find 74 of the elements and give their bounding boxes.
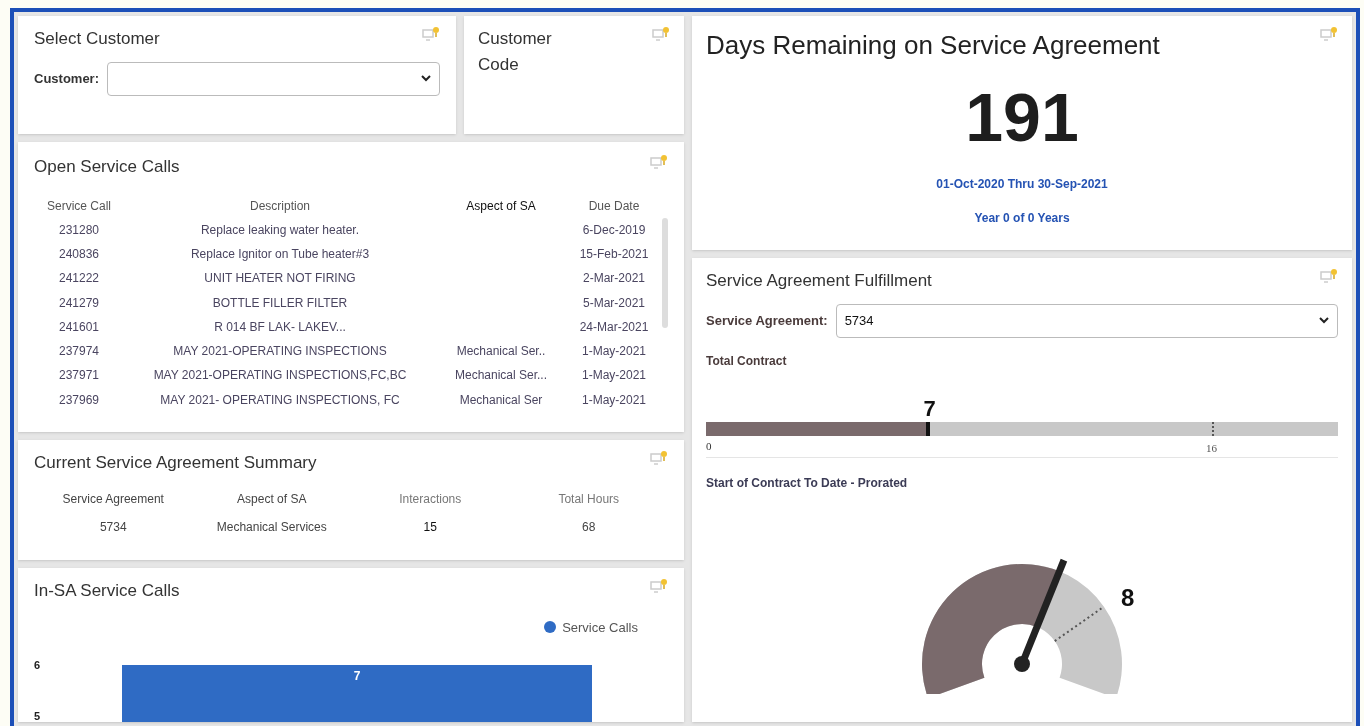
- table-cell-text: 5734: [98, 518, 128, 536]
- table-cell-text: MAY 2021-OPERATING INSPECTIONS,FC,BC: [152, 367, 408, 385]
- bar: 7: [122, 665, 592, 722]
- table-cell-text: 15: [422, 518, 438, 536]
- chevron-down-icon: [1319, 317, 1329, 324]
- table-cell-text: 68: [581, 518, 597, 536]
- axis-tick: 16: [1206, 440, 1218, 456]
- table-cell-text: 237969: [57, 391, 100, 409]
- table-cell-text: MAY 2021- OPERATING INSPECTIONS, FC: [159, 391, 401, 409]
- card-title: Customer Code: [478, 28, 553, 76]
- card-title: Select Customer: [34, 28, 160, 50]
- table-cell-text: Replace leaking water heater.: [199, 221, 361, 239]
- table-cell-text: 240836: [57, 245, 100, 263]
- table-cell-text: 6-Dec-2019: [581, 221, 647, 239]
- column-header: Service Call: [46, 197, 112, 215]
- axis-tick: 6: [34, 658, 42, 673]
- card-title: Service Agreement Fulfillment: [706, 270, 932, 292]
- table-cell-text: 241222: [57, 270, 100, 288]
- column-header: Aspect of SA: [236, 490, 308, 508]
- pin-icon[interactable]: [650, 450, 668, 466]
- pin-icon[interactable]: [652, 26, 670, 42]
- year-count: Year 0 of 0 Years: [973, 210, 1071, 227]
- section-label: Start of Contract To Date - Prorated: [706, 474, 909, 492]
- table-cell-text: 15-Feb-2021: [578, 245, 650, 263]
- service-agreement-dropdown[interactable]: 5734: [835, 303, 1338, 338]
- section-label: Total Contract: [706, 352, 788, 370]
- table-cell-text: Mechanical Services: [215, 518, 328, 536]
- date-range: 01-Oct-2020 Thru 30-Sep-2021: [935, 176, 1109, 193]
- table-cell-text: 1-May-2021: [581, 343, 647, 361]
- column-header: Aspect of SA: [465, 197, 537, 215]
- axis-tick: 0: [706, 438, 712, 454]
- table-cell-text: UNIT HEATER NOT FIRING: [203, 270, 357, 288]
- table-cell-text: Replace Ignitor on Tube heater#3: [189, 245, 371, 263]
- card-title: In-SA Service Calls: [34, 580, 180, 602]
- field-label: Customer:: [34, 69, 99, 88]
- table-cell-text: 5-Mar-2021: [582, 294, 646, 312]
- legend-label: Service Calls: [562, 618, 638, 637]
- pin-icon[interactable]: [650, 578, 668, 594]
- column-header: Due Date: [587, 197, 641, 215]
- axis-tick: 5: [34, 708, 42, 722]
- table-cell-text: 231280: [57, 221, 100, 239]
- pin-icon[interactable]: [650, 154, 668, 170]
- scrollbar[interactable]: [662, 217, 668, 328]
- table-cell-text: 241601: [57, 318, 100, 336]
- table-cell-text: BOTTLE FILLER FILTER: [211, 294, 349, 312]
- pin-icon[interactable]: [1320, 268, 1338, 284]
- card-title: Current Service Agreement Summary: [34, 452, 317, 474]
- chevron-down-icon: [421, 75, 431, 82]
- gauge-value: 7: [923, 394, 936, 423]
- gauge-target: 8: [1121, 582, 1135, 613]
- column-header: Interactions: [398, 490, 463, 508]
- field-label: Service Agreement:: [706, 311, 828, 330]
- column-header: Service Agreement: [61, 490, 165, 508]
- pin-icon[interactable]: [1320, 26, 1338, 42]
- table-cell-text: 24-Mar-2021: [578, 318, 650, 336]
- table-cell-text: 237974: [57, 343, 100, 361]
- card-title: Days Remaining on Service Agreement: [706, 29, 1160, 62]
- table-cell-text: R 014 BF LAK- LAKEV...: [213, 318, 347, 336]
- table-cell-text: Mechanical Ser: [458, 391, 544, 409]
- card-title: Open Service Calls: [34, 156, 180, 178]
- days-count: 191: [964, 83, 1080, 151]
- column-header: Total Hours: [557, 490, 621, 508]
- table-cell-text: 1-May-2021: [581, 391, 647, 409]
- table-cell-text: Mechanical Ser..: [455, 343, 547, 361]
- customer-dropdown[interactable]: [107, 61, 440, 96]
- table-cell-text: 2-Mar-2021: [582, 270, 646, 288]
- table-cell-text: 237971: [57, 367, 100, 385]
- pin-icon[interactable]: [422, 26, 440, 42]
- table-cell-text: 1-May-2021: [581, 367, 647, 385]
- column-header: Description: [249, 197, 311, 215]
- target-marker: [1211, 421, 1214, 436]
- table-cell-text: 241279: [57, 294, 100, 312]
- table-cell-text: MAY 2021-OPERATING INSPECTIONS: [172, 343, 388, 361]
- table-cell-text: Mechanical Ser...: [453, 367, 548, 385]
